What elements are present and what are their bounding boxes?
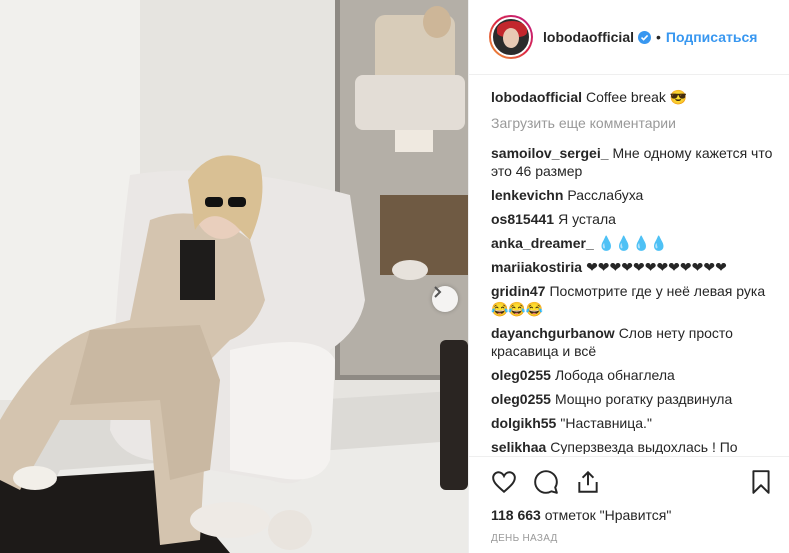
post-photo[interactable] bbox=[0, 0, 468, 553]
comment-item: os815441 Я устала bbox=[491, 210, 781, 228]
comment-text: Лобода обнаглела bbox=[554, 367, 675, 383]
likes-number: 118 663 bbox=[491, 507, 541, 523]
comment-item: oleg0255 Лобода обнаглела bbox=[491, 366, 781, 384]
comment-item: samoilov_sergei_ Мне одному кажется что э… bbox=[491, 144, 781, 180]
heart-icon[interactable] bbox=[491, 469, 517, 495]
comment-username[interactable]: anka_dreamer_ bbox=[491, 235, 594, 251]
post-caption: lobodaofficial Coffee break 😎 bbox=[491, 88, 781, 106]
comment-text: Я устала bbox=[558, 211, 616, 227]
photo-illustration bbox=[0, 0, 468, 553]
comment-item: selikhaa Суперзвезда выдохлась ! По bbox=[491, 438, 781, 454]
caption-text: Coffee break 😎 bbox=[586, 89, 688, 105]
avatar-image bbox=[491, 17, 531, 57]
load-more-comments-button[interactable]: Загрузить еще комментарии bbox=[491, 114, 781, 132]
comment-username[interactable]: selikhaa bbox=[491, 439, 546, 454]
comment-username[interactable]: gridin47 bbox=[491, 283, 545, 299]
comment-item: oleg0255 Мощно рогатку раздвинула bbox=[491, 390, 781, 408]
comment-text: 💧💧💧💧 bbox=[597, 235, 668, 251]
comment-text: Расслабуха bbox=[567, 187, 644, 203]
action-icons-row bbox=[491, 467, 774, 497]
next-photo-button[interactable] bbox=[432, 286, 458, 312]
comment-item: gridin47 Посмотрите где у неё левая рука … bbox=[491, 282, 781, 318]
comment-username[interactable]: dayanchgurbanow bbox=[491, 325, 615, 341]
comment-item: lenkevichn Расслабуха bbox=[491, 186, 781, 204]
post-header: lobodaofficial • Подписаться bbox=[469, 0, 789, 75]
likes-label: отметок "Нравится" bbox=[544, 507, 672, 523]
post-timestamp[interactable]: день назад bbox=[491, 533, 774, 544]
comment-username[interactable]: lenkevichn bbox=[491, 187, 563, 203]
chevron-right-icon bbox=[434, 286, 442, 298]
caption-username[interactable]: lobodaofficial bbox=[491, 89, 582, 105]
comment-item: dayanchgurbanow Слов нету просто красавиц… bbox=[491, 324, 781, 360]
post-actions: 118 663 отметок "Нравится" день назад bbox=[469, 456, 789, 544]
comment-text: Суперзвезда выдохлась ! По bbox=[550, 439, 738, 454]
comment-item: dolgikh55 "Наставница." bbox=[491, 414, 781, 432]
comment-username[interactable]: mariiakostiria bbox=[491, 259, 582, 275]
post-sidebar: lobodaofficial • Подписаться lobodaoffic… bbox=[468, 0, 789, 553]
likes-count[interactable]: 118 663 отметок "Нравится" bbox=[491, 507, 774, 523]
separator: • bbox=[656, 29, 661, 45]
comment-username[interactable]: samoilov_sergei_ bbox=[491, 145, 609, 161]
comment-text: ❤❤❤❤❤❤❤❤❤❤❤❤ bbox=[586, 259, 727, 275]
comment-username[interactable]: dolgikh55 bbox=[491, 415, 556, 431]
comments-list: lobodaofficial Coffee break 😎 Загрузить е… bbox=[491, 88, 781, 454]
avatar[interactable] bbox=[489, 15, 533, 59]
comment-text: "Наставница." bbox=[560, 415, 652, 431]
share-icon[interactable] bbox=[575, 469, 601, 495]
comment-text: Мощно рогатку раздвинула bbox=[554, 391, 733, 407]
comment-username[interactable]: os815441 bbox=[491, 211, 554, 227]
comment-username[interactable]: oleg0255 bbox=[491, 367, 551, 383]
comment-item: mariiakostiria ❤❤❤❤❤❤❤❤❤❤❤❤ bbox=[491, 258, 781, 276]
comment-username[interactable]: oleg0255 bbox=[491, 391, 551, 407]
header-username[interactable]: lobodaofficial bbox=[543, 29, 634, 45]
comment-item: anka_dreamer_ 💧💧💧💧 bbox=[491, 234, 781, 252]
verified-badge-icon bbox=[638, 30, 651, 44]
follow-button[interactable]: Подписаться bbox=[666, 29, 758, 45]
comment-icon[interactable] bbox=[533, 469, 559, 495]
bookmark-icon[interactable] bbox=[748, 469, 774, 495]
